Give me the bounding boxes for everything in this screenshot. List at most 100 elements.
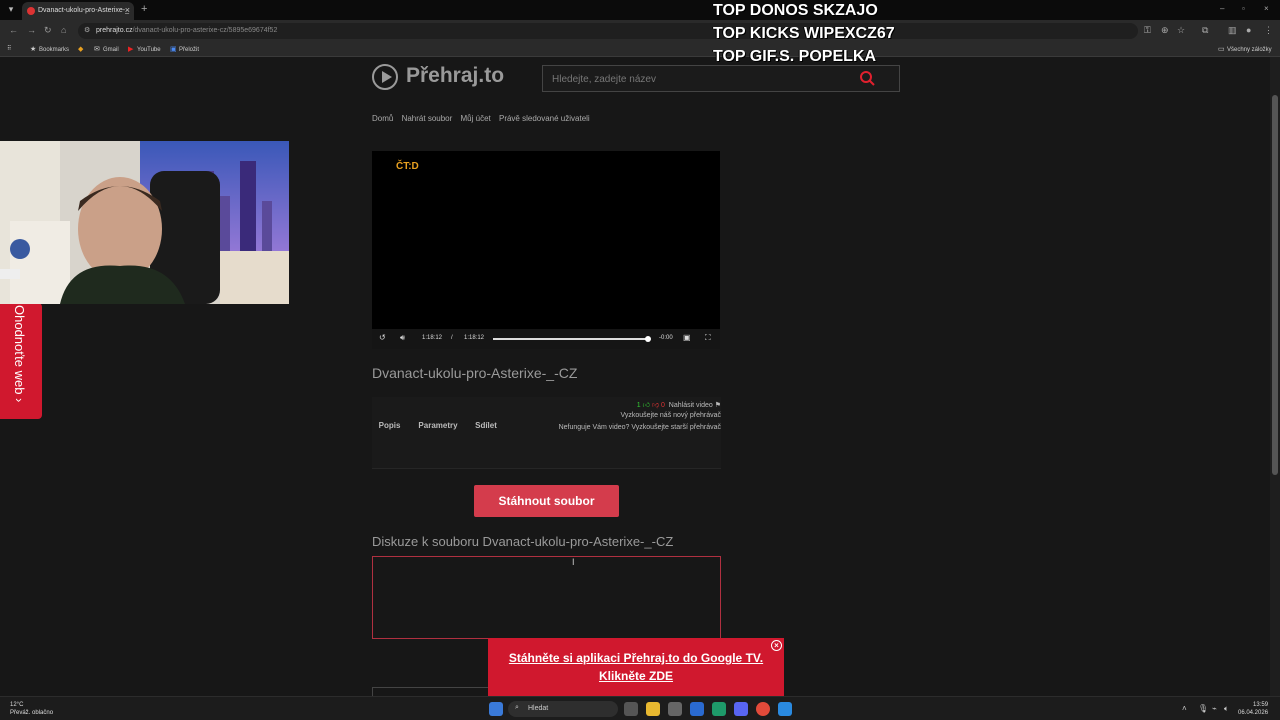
start-icon[interactable] [489, 702, 503, 716]
bookmark-label: Gmail [103, 47, 119, 53]
app-icon[interactable] [778, 702, 792, 716]
site-info-icon[interactable]: ⚙ [84, 26, 90, 34]
minimize-icon[interactable]: – [1220, 4, 1224, 13]
steam-icon[interactable] [690, 702, 704, 716]
bookmark-label: Přeložit [179, 47, 200, 53]
sidebar-icon[interactable]: ▥ [1228, 25, 1237, 36]
all-bookmarks-label: Všechny záložky [1227, 47, 1272, 53]
site-favicon-icon [27, 7, 35, 15]
promo-close-icon[interactable]: × [771, 640, 782, 651]
like-count: 1 [636, 402, 641, 409]
network-icon[interactable]: ⌁ [1212, 704, 1217, 713]
translate-icon: ▣ [170, 46, 177, 53]
browser-tab[interactable]: Dvanact-ukolu-pro-Asterixe-_ × [22, 2, 134, 20]
close-window-icon[interactable]: × [1264, 4, 1269, 13]
all-bookmarks[interactable]: ▭ Všechny záložky [1218, 45, 1272, 53]
search-icon[interactable] [859, 70, 875, 86]
bookmark-item[interactable]: ▶ YouTube [128, 45, 161, 53]
reload-icon[interactable]: ↻ [44, 25, 52, 36]
tab-parameters[interactable]: Parametry [412, 415, 464, 435]
bookmarks-bar: ⠿ ★ Bookmarks ◆ ✉ Gmail ▶ YouTube ▣ Přeložit… [0, 42, 1280, 57]
search-input[interactable]: Hledejte, zadejte název [542, 65, 900, 92]
rate-website-label: Ohodnoťte web › [12, 305, 27, 403]
youtube-icon: ▶ [128, 46, 134, 53]
home-icon[interactable]: ⌂ [61, 25, 66, 35]
drive-icon: ◆ [78, 46, 84, 53]
star-icon: ★ [30, 46, 37, 53]
microphone-icon[interactable]: 🎙︎ [1198, 704, 1208, 713]
chrome-icon[interactable] [756, 702, 770, 716]
bookmark-item[interactable]: ◆ [78, 45, 87, 53]
nav-my-account[interactable]: Můj účet [461, 114, 491, 123]
channel-logo: ČT:D [396, 161, 419, 172]
nav-home[interactable]: Domů [372, 114, 393, 123]
vote-row: 1 👍︎ 👎︎ 0 Nahlásit video ⚑ [637, 400, 721, 409]
app-icon[interactable] [668, 702, 682, 716]
file-title: Dvanact-ukolu-pro-Asterixe-_-CZ [372, 365, 578, 381]
url-field[interactable]: ⚙ prehrajto.cz/dvanact-ukolu-pro-asterix… [78, 23, 1138, 39]
report-video-link[interactable]: Nahlásit video [669, 402, 713, 409]
file-explorer-icon[interactable] [646, 702, 660, 716]
stream-overlay-line: TOP GIF.S. POPELKA [713, 48, 876, 65]
speaker-icon[interactable]: 🔈︎ [1224, 704, 1229, 714]
clock[interactable]: 13:59 06.04.2026 [1238, 701, 1268, 717]
promo-line-2: Klikněte ZDE [598, 669, 673, 683]
weather-condition: Převáž. oblačno [10, 710, 54, 716]
extensions-icon[interactable]: ⧉ [1202, 25, 1208, 36]
menu-icon[interactable]: ⋮ [1264, 25, 1273, 36]
tab-search-icon[interactable]: ▾ [4, 4, 18, 16]
video-controls: ↺ 🔊︎ 1:18:12 / 1:18:12 -0:00 ▣ ⛶ [372, 329, 720, 349]
comment-textarea[interactable] [372, 556, 721, 639]
thumbs-down-icon[interactable]: 👎︎ [652, 402, 659, 409]
try-old-player-link[interactable]: Nefunguje Vám video? Vyzkoušejte starší … [559, 424, 721, 431]
bookmark-item[interactable]: ✉ Gmail [94, 45, 119, 53]
apps-icon[interactable]: ⠿ [7, 45, 11, 52]
search-icon: ⌕ [515, 704, 519, 711]
clock-time: 13:59 [1253, 702, 1269, 708]
text-cursor-icon: I [572, 557, 575, 567]
discord-icon[interactable] [734, 702, 748, 716]
maximize-icon[interactable]: ▫ [1242, 4, 1245, 13]
volume-icon[interactable]: 🔊︎ [400, 333, 405, 343]
tab-share[interactable]: Sdílet [470, 415, 502, 435]
flag-icon: ⚑ [714, 402, 721, 409]
try-new-player-link[interactable]: Vyzkoušejte náš nový přehrávač [620, 412, 721, 419]
taskbar-search[interactable]: ⌕ Hledat [508, 701, 618, 717]
profile-avatar-icon[interactable]: ● [1246, 25, 1251, 35]
address-bar-row: ← → ↻ ⌂ ⚙ prehrajto.cz/dvanact-ukolu-pro… [0, 20, 1280, 42]
task-view-icon[interactable] [624, 702, 638, 716]
nav-now-watched[interactable]: Právě sledované uživateli [499, 114, 590, 123]
promo-line-1: Stáhněte si aplikaci Přehraj.to do Googl… [508, 651, 764, 665]
thumbs-up-icon[interactable]: 👍︎ [643, 402, 650, 409]
nav-upload[interactable]: Nahrát soubor [402, 114, 453, 123]
replay-icon[interactable]: ↺ [379, 333, 386, 342]
time-separator: / [451, 335, 453, 341]
page-scrollbar[interactable] [1270, 57, 1280, 696]
time-remaining: -0:00 [659, 335, 673, 341]
pip-icon[interactable]: ▣ [683, 333, 691, 342]
forward-icon[interactable]: → [27, 25, 36, 35]
password-key-icon[interactable]: ⚿ [1144, 25, 1151, 36]
file-info-panel: 1 👍︎ 👎︎ 0 Nahlásit video ⚑ Vyzkoušejte n… [372, 397, 721, 469]
weather-widget[interactable]: 12°C Převáž. oblačno [10, 701, 53, 717]
download-button[interactable]: Stáhnout soubor [474, 485, 619, 517]
tab-description[interactable]: Popis [372, 415, 407, 435]
search-placeholder: Hledejte, zadejte název [552, 74, 656, 85]
zoom-icon[interactable]: ⊕ [1161, 25, 1169, 36]
tray-chevron-icon[interactable]: ˄ [1182, 704, 1187, 713]
video-player[interactable]: ČT:D ↺ 🔊︎ 1:18:12 / 1:18:12 -0:00 ▣ ⛶ [372, 151, 720, 349]
fullscreen-icon[interactable]: ⛶ [705, 333, 711, 343]
scrollbar-thumb[interactable] [1272, 95, 1278, 475]
app-icon[interactable] [712, 702, 726, 716]
comment-submit-area[interactable] [372, 687, 492, 696]
progress-bar[interactable] [493, 338, 649, 340]
progress-handle[interactable] [645, 336, 651, 342]
new-tab-icon[interactable]: + [141, 3, 147, 15]
bookmark-item[interactable]: ★ Bookmarks [30, 45, 69, 53]
rate-website-tab[interactable]: Ohodnoťte web › [0, 303, 42, 419]
back-icon[interactable]: ← [9, 25, 18, 35]
bookmark-star-icon[interactable]: ☆ [1177, 25, 1185, 36]
google-tv-promo-banner[interactable]: Stáhněte si aplikaci Přehraj.to do Googl… [488, 638, 784, 696]
bookmark-item[interactable]: ▣ Přeložit [170, 45, 199, 53]
tab-close-icon[interactable]: × [125, 5, 130, 15]
